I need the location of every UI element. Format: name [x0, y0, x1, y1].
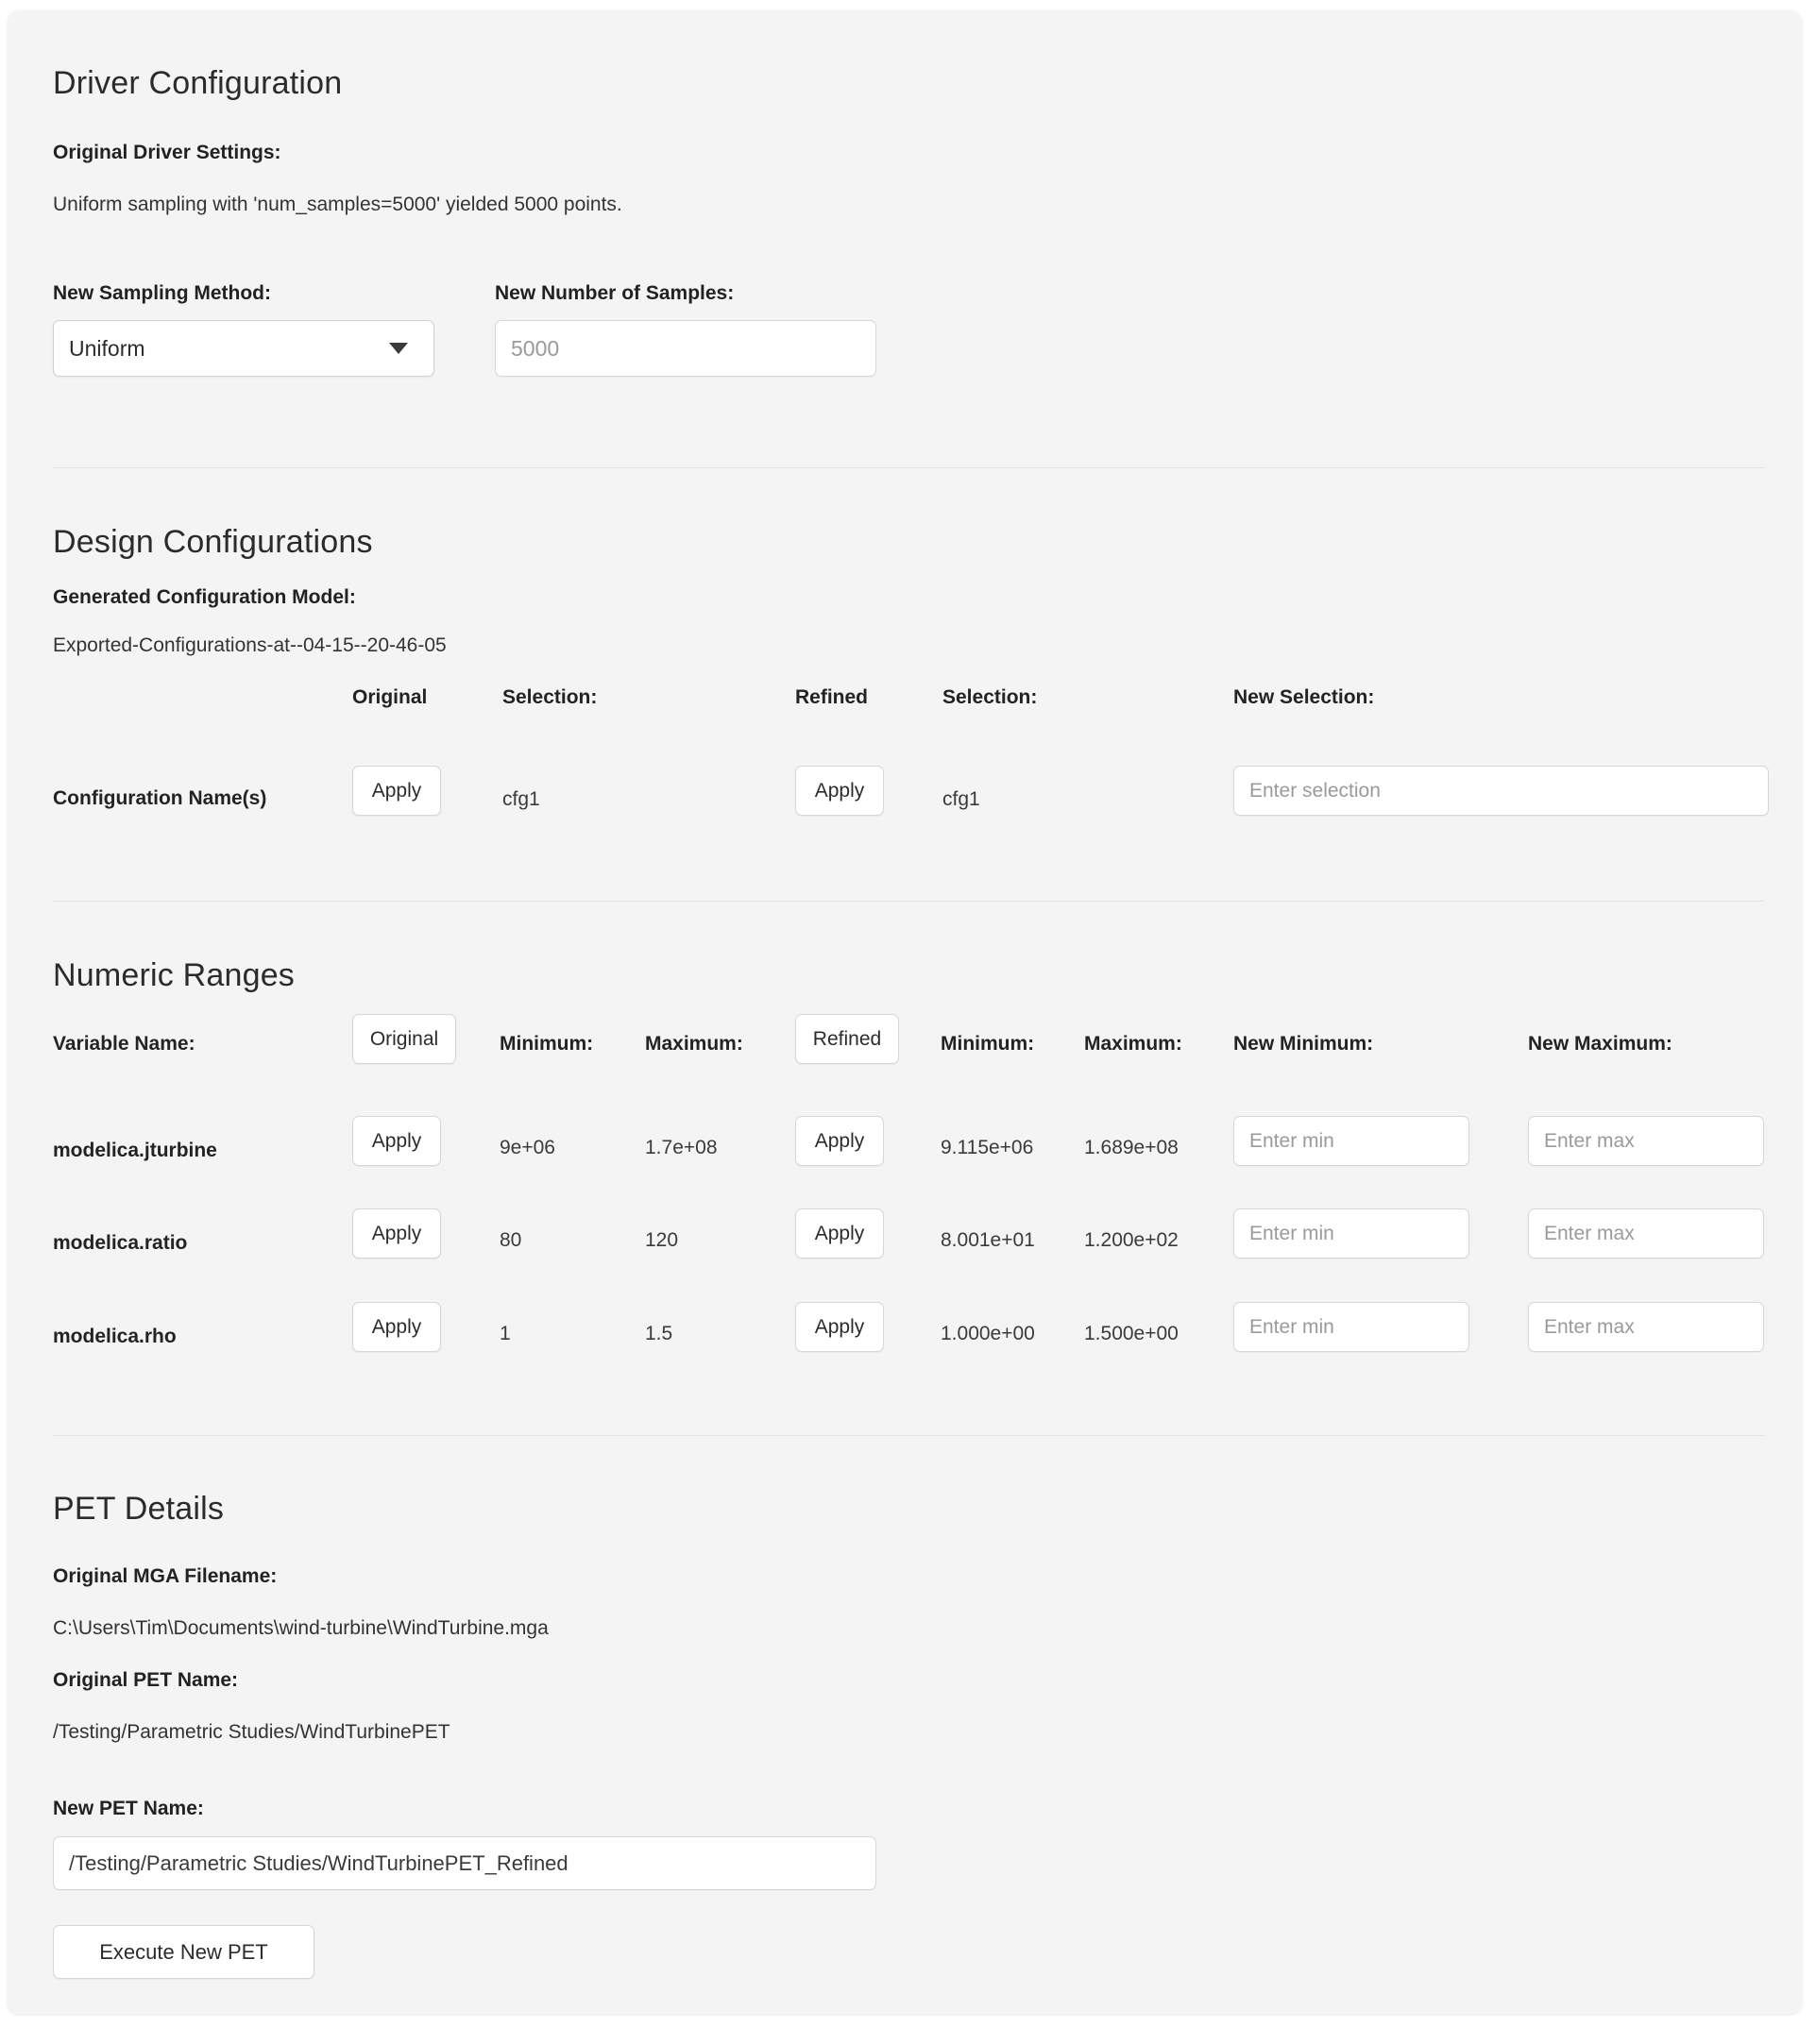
new-pet-name-input[interactable]: [53, 1836, 876, 1890]
design-header-refined-selection: Selection:: [942, 686, 1038, 708]
numeric-header-original-button[interactable]: Original: [352, 1014, 456, 1064]
numeric-original-max-value: 1.7e+08: [645, 1137, 718, 1158]
new-pet-name-label: New PET Name:: [53, 1798, 204, 1819]
sampling-method-select[interactable]: Uniform: [53, 320, 434, 377]
numeric-header-refined-minimum: Minimum:: [941, 1033, 1035, 1055]
configuration-refined-apply-button[interactable]: Apply: [795, 766, 884, 816]
configuration-refined-value: cfg1: [942, 788, 980, 810]
numeric-original-max-value: 120: [645, 1229, 679, 1251]
new-number-of-samples-label: New Number of Samples:: [495, 282, 735, 304]
chevron-down-icon: [389, 343, 408, 354]
numeric-original-apply-button[interactable]: Apply: [352, 1208, 441, 1258]
sampling-method-value: Uniform: [69, 335, 145, 361]
design-header-original-selection: Selection:: [502, 686, 598, 708]
numeric-variable-name: modelica.ratio: [53, 1232, 188, 1254]
numeric-refined-max-value: 1.689e+08: [1084, 1137, 1179, 1158]
original-mga-filename-label: Original MGA Filename:: [53, 1565, 278, 1587]
numeric-original-min-value: 9e+06: [500, 1137, 555, 1158]
numeric-refined-apply-button[interactable]: Apply: [795, 1302, 884, 1352]
numeric-ranges-title: Numeric Ranges: [53, 957, 296, 993]
numeric-original-min-value: 80: [500, 1229, 522, 1251]
numeric-original-apply-button[interactable]: Apply: [352, 1302, 441, 1352]
numeric-variable-name: modelica.rho: [53, 1326, 177, 1347]
original-pet-name-label: Original PET Name:: [53, 1669, 239, 1691]
design-header-refined: Refined: [795, 686, 869, 708]
numeric-header-refined-maximum: Maximum:: [1084, 1033, 1182, 1055]
new-number-of-samples-input[interactable]: [495, 320, 876, 377]
numeric-header-variable-name: Variable Name:: [53, 1033, 195, 1055]
design-configurations-title: Design Configurations: [53, 524, 373, 560]
numeric-refined-min-value: 1.000e+00: [941, 1323, 1035, 1344]
numeric-header-original-minimum: Minimum:: [500, 1033, 594, 1055]
numeric-variable-name: modelica.jturbine: [53, 1140, 217, 1161]
design-header-original: Original: [352, 686, 428, 708]
numeric-new-max-input[interactable]: [1528, 1116, 1764, 1166]
numeric-refined-apply-button[interactable]: Apply: [795, 1208, 884, 1258]
numeric-new-max-input[interactable]: [1528, 1302, 1764, 1352]
new-sampling-method-label: New Sampling Method:: [53, 282, 271, 304]
table-row: modelica.rho: [53, 1323, 177, 1351]
numeric-original-min-value: 1: [500, 1323, 511, 1344]
divider-driver: [53, 467, 1764, 468]
configuration-names-label: Configuration Name(s): [53, 787, 267, 809]
numeric-refined-apply-button[interactable]: Apply: [795, 1116, 884, 1166]
configuration-original-value: cfg1: [502, 788, 540, 810]
pet-details-title: PET Details: [53, 1491, 225, 1527]
numeric-header-refined-button[interactable]: Refined: [795, 1014, 899, 1064]
numeric-refined-min-value: 9.115e+06: [941, 1137, 1034, 1158]
original-driver-settings-text: Uniform sampling with 'num_samples=5000'…: [53, 194, 622, 215]
generated-configuration-model-value: Exported-Configurations-at--04-15--20-46…: [53, 634, 447, 656]
numeric-refined-max-value: 1.200e+02: [1084, 1229, 1179, 1251]
original-pet-name-value: /Testing/Parametric Studies/WindTurbineP…: [53, 1721, 450, 1743]
design-header-new-selection: New Selection:: [1233, 686, 1375, 708]
driver-configuration-title: Driver Configuration: [53, 65, 343, 101]
numeric-refined-min-value: 8.001e+01: [941, 1229, 1035, 1251]
configuration-original-apply-button[interactable]: Apply: [352, 766, 441, 816]
numeric-new-min-input[interactable]: [1233, 1302, 1469, 1352]
numeric-header-new-maximum: New Maximum:: [1528, 1033, 1672, 1055]
numeric-original-apply-button[interactable]: Apply: [352, 1116, 441, 1166]
settings-card: Driver Configuration Original Driver Set…: [8, 10, 1802, 2014]
numeric-new-max-input[interactable]: [1528, 1208, 1764, 1258]
table-row: modelica.jturbine: [53, 1137, 217, 1165]
original-driver-settings-label: Original Driver Settings:: [53, 142, 281, 163]
numeric-new-min-input[interactable]: [1233, 1116, 1469, 1166]
table-row: modelica.ratio: [53, 1229, 187, 1258]
configuration-new-selection-input[interactable]: [1233, 766, 1769, 816]
numeric-original-max-value: 1.5: [645, 1323, 673, 1344]
numeric-new-min-input[interactable]: [1233, 1208, 1469, 1258]
numeric-header-new-minimum: New Minimum:: [1233, 1033, 1374, 1055]
numeric-header-original-maximum: Maximum:: [645, 1033, 743, 1055]
execute-new-pet-button[interactable]: Execute New PET: [53, 1925, 314, 1979]
original-mga-filename-value: C:\Users\Tim\Documents\wind-turbine\Wind…: [53, 1617, 549, 1639]
numeric-refined-max-value: 1.500e+00: [1084, 1323, 1179, 1344]
generated-configuration-model-label: Generated Configuration Model:: [53, 586, 356, 608]
divider-numeric: [53, 1435, 1764, 1436]
divider-design: [53, 901, 1764, 902]
